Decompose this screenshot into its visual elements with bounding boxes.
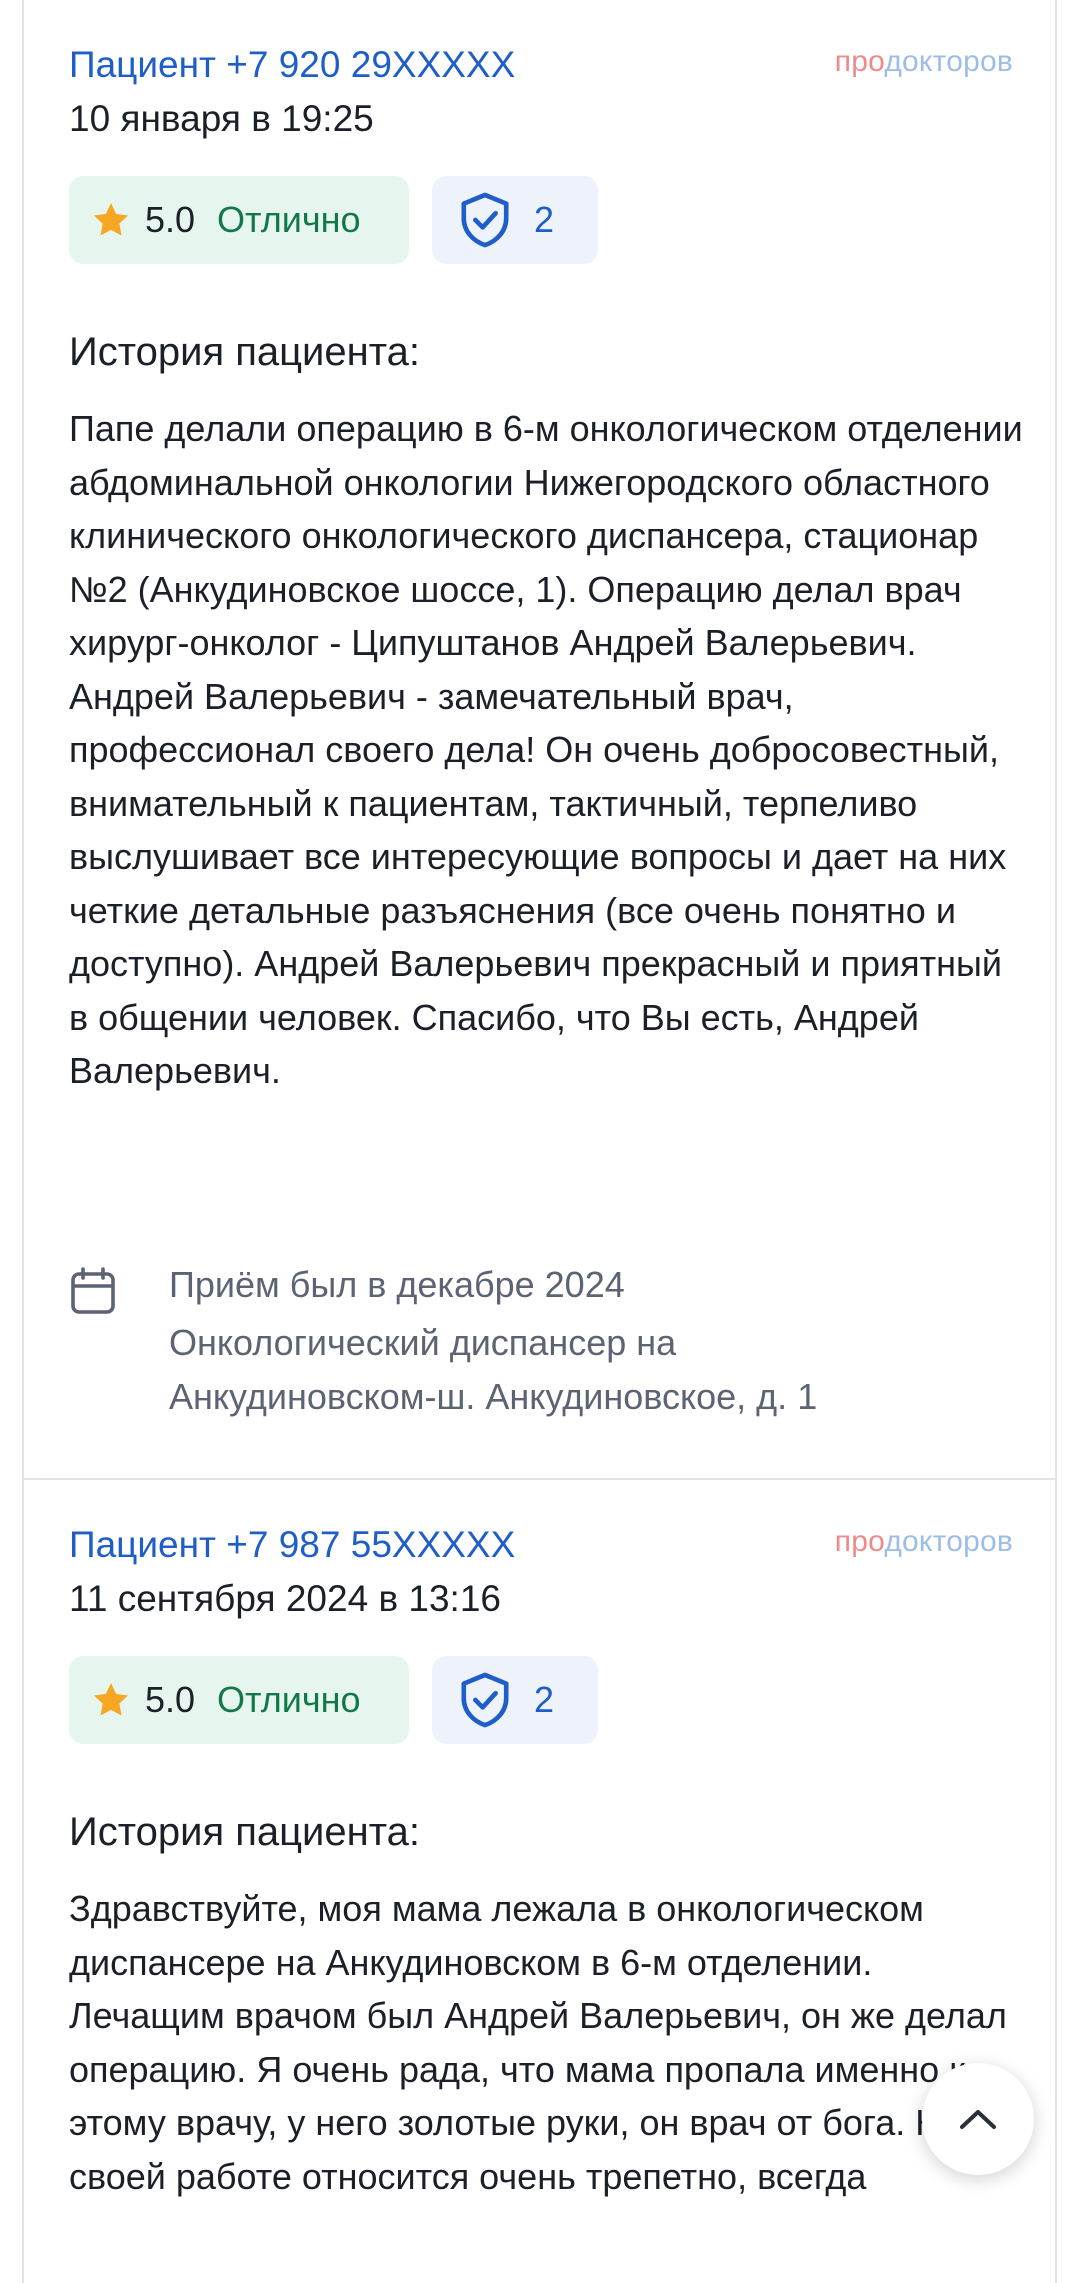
review-card: Пациент +7 987 55XXXXX продокторов 11 се…	[22, 1480, 1057, 2283]
star-icon	[94, 1683, 128, 1716]
scroll-to-top-button[interactable]	[922, 2063, 1034, 2175]
visit-date: Приём был в декабре 2024	[169, 1264, 625, 1305]
chevron-up-icon	[960, 2110, 996, 2129]
calendar-icon	[71, 1267, 115, 1314]
clinic-name: Онкологический диспансер на	[169, 1322, 677, 1363]
review-text: Здравствуйте, моя мама лежала в онкологи…	[69, 1888, 1007, 2197]
shield-check-icon	[461, 192, 509, 248]
rating-badge: 5.0 Отлично	[69, 1656, 409, 1744]
verified-badge[interactable]: 2	[432, 1656, 598, 1744]
rating-value: 5.0	[145, 1679, 196, 1720]
brand-logo: продокторов	[834, 1525, 1013, 1558]
brand-logo: продокторов	[834, 45, 1013, 78]
review-date: 10 января в 19:25	[69, 98, 374, 139]
rating-label: Отлично	[217, 199, 361, 240]
rating-value: 5.0	[145, 199, 196, 240]
rating-badge: 5.0 Отлично	[69, 176, 409, 264]
review-heading: История пациента:	[69, 330, 420, 374]
verified-count: 2	[534, 1679, 555, 1720]
verified-badge[interactable]: 2	[432, 176, 598, 264]
star-icon	[94, 203, 128, 236]
clinic-address: Анкудиновском-ш. Анкудиновское, д. 1	[169, 1376, 818, 1417]
review-author-link[interactable]: Пациент +7 987 55XXXXX	[69, 1526, 515, 1563]
review-heading: История пациента:	[69, 1810, 420, 1854]
review-author-link[interactable]: Пациент +7 920 29XXXXX	[69, 46, 515, 83]
review-card: Пациент +7 920 29XXXXX продокторов 10 ян…	[22, 0, 1057, 1480]
review-text: Папе делали операцию в 6-м онкологическо…	[69, 408, 1023, 1091]
shield-check-icon	[461, 1672, 509, 1728]
verified-count: 2	[534, 199, 555, 240]
review-date: 11 сентября 2024 в 13:16	[69, 1578, 501, 1619]
rating-label: Отлично	[217, 1679, 361, 1720]
